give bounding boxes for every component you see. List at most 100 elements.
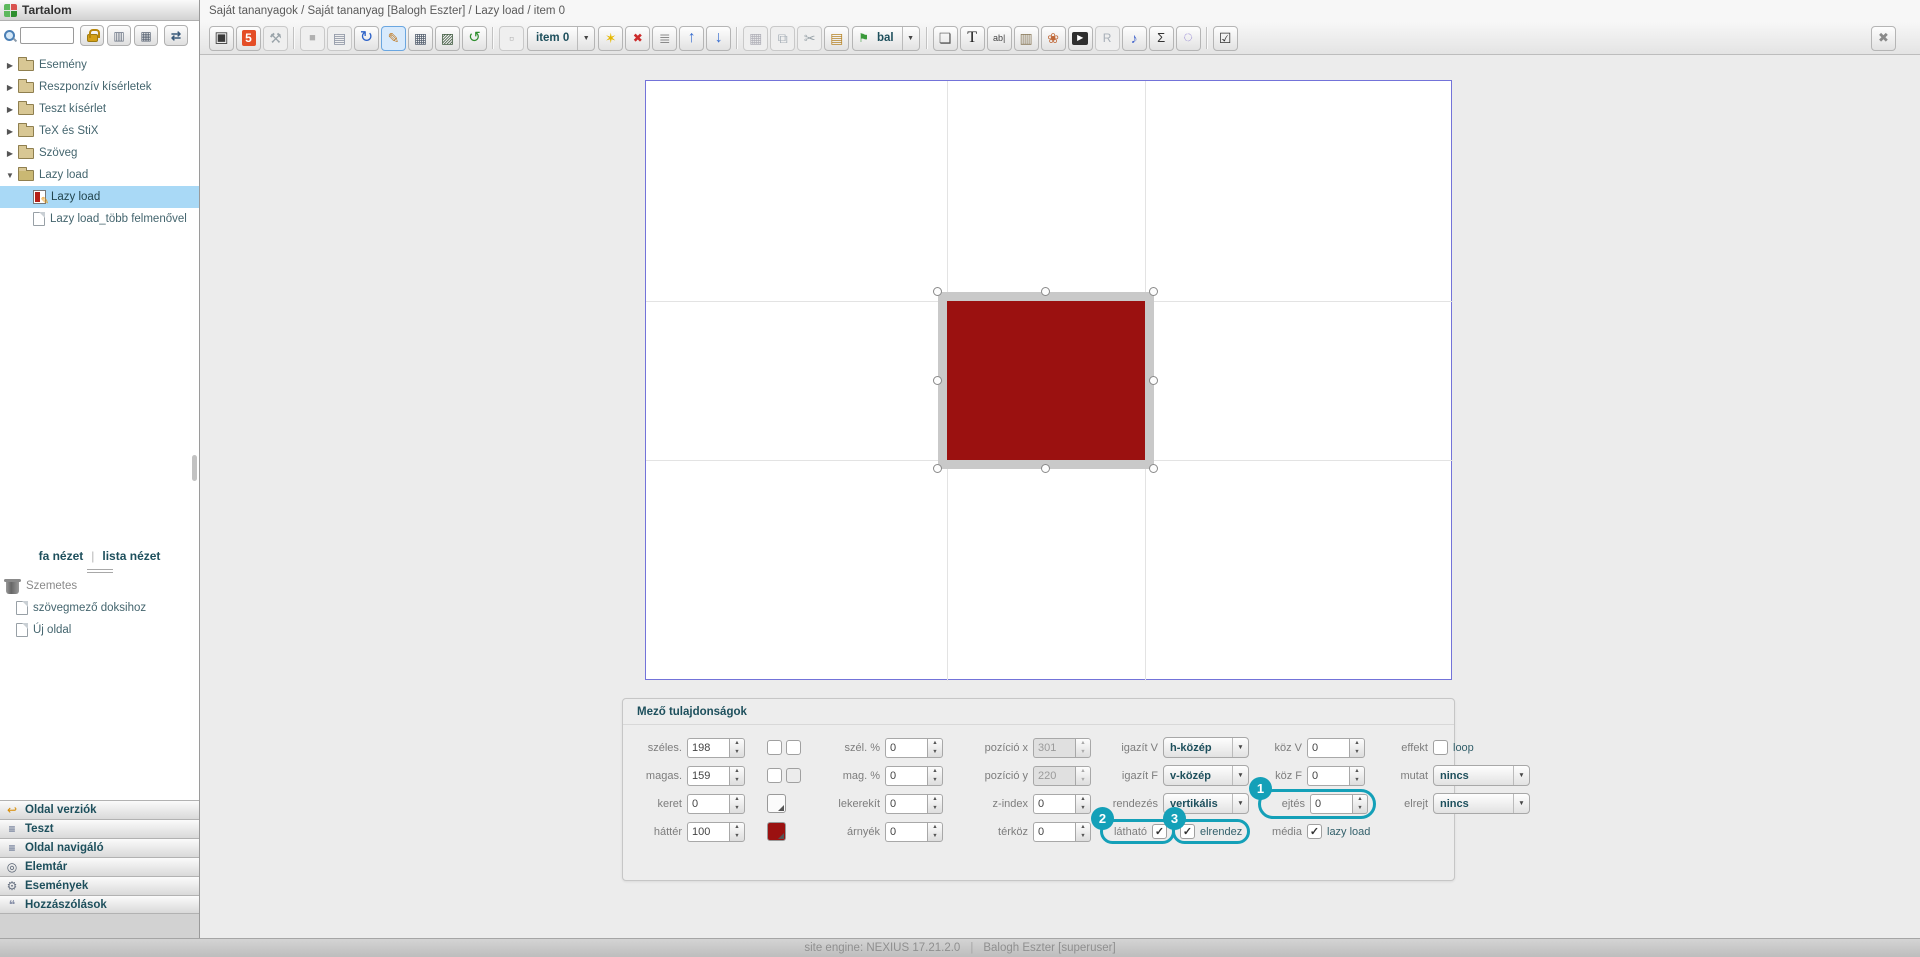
accordion-oldal-navig-l-[interactable]: ≡ Oldal navigáló: [0, 838, 199, 857]
accordion-esem-nyek[interactable]: ⚙ Események: [0, 876, 199, 895]
new-item-button[interactable]: ✶: [598, 25, 624, 51]
search-input[interactable]: [20, 27, 74, 44]
gap-v-input[interactable]: [1307, 737, 1349, 758]
splitter-handle[interactable]: [86, 569, 113, 574]
resize-handle[interactable]: [933, 375, 942, 385]
resize-handle[interactable]: [1041, 287, 1050, 296]
lock-button[interactable]: [80, 25, 104, 46]
formula-button[interactable]: Σ: [1148, 25, 1174, 51]
border-input[interactable]: [687, 793, 729, 814]
resize-handle[interactable]: [1149, 464, 1158, 473]
layout-button[interactable]: ▦: [408, 25, 433, 51]
spin-up-icon[interactable]: ▲: [1350, 767, 1364, 776]
chevron-down-icon[interactable]: ▼: [901, 26, 919, 50]
paint-button[interactable]: ✎: [381, 25, 406, 51]
media-lazy-load-checkbox[interactable]: [1307, 824, 1322, 839]
move-down-button[interactable]: ↓: [706, 25, 732, 51]
spin-up-icon[interactable]: ▲: [1076, 795, 1090, 804]
spin-up-icon[interactable]: ▲: [1353, 795, 1367, 804]
ellipse-shape-button[interactable]: ◌: [1175, 25, 1201, 51]
tab-tree-view[interactable]: fa nézet: [39, 549, 84, 563]
gap-f-input[interactable]: [1307, 765, 1349, 786]
palette-button[interactable]: ❀: [1040, 25, 1066, 51]
spin-down-icon[interactable]: ▼: [730, 748, 744, 757]
tree-item[interactable]: ▶ Reszponzív kísérletek: [0, 76, 199, 98]
expand-arrow-icon[interactable]: ▶: [4, 149, 16, 158]
background-color-swatch[interactable]: [767, 822, 786, 841]
image-button[interactable]: ▨: [435, 25, 460, 51]
width-auto-checkbox[interactable]: [786, 740, 801, 755]
spacing-input[interactable]: [1033, 821, 1075, 842]
spin-down-icon[interactable]: ▼: [1076, 804, 1090, 813]
spin-down-icon[interactable]: ▼: [1350, 776, 1364, 785]
tree-item[interactable]: ▼ Lazy load: [0, 164, 199, 186]
spin-up-icon[interactable]: ▲: [1350, 739, 1364, 748]
resize-handle[interactable]: [933, 464, 942, 473]
spin-down-icon[interactable]: ▼: [730, 776, 744, 785]
framed-image-button[interactable]: ▥: [1013, 25, 1039, 51]
align-v-dropdown[interactable]: h-közép ▼: [1163, 737, 1249, 758]
resize-handle[interactable]: [933, 287, 942, 296]
accordion-teszt[interactable]: ≡ Teszt: [0, 819, 199, 838]
form-checkbox-button[interactable]: ☑: [1212, 25, 1238, 51]
expand-arrow-icon[interactable]: ▶: [4, 61, 16, 70]
width-lock-checkbox[interactable]: [767, 740, 782, 755]
collapse-layers-button[interactable]: ≣: [652, 25, 678, 51]
spin-down-icon[interactable]: ▼: [928, 776, 942, 785]
spin-down-icon[interactable]: ▼: [1076, 832, 1090, 841]
spin-up-icon[interactable]: ▲: [1076, 823, 1090, 832]
close-toolbar-button[interactable]: ✖: [1871, 25, 1896, 51]
refresh-button[interactable]: ↻: [354, 25, 379, 51]
spin-up-icon[interactable]: ▲: [928, 823, 942, 832]
accordion-hozz-sz-l-sok[interactable]: ❝ Hozzászólások: [0, 895, 199, 914]
background-input[interactable]: [687, 821, 729, 842]
delete-item-button[interactable]: ✖: [625, 25, 651, 51]
spin-down-icon[interactable]: ▼: [730, 804, 744, 813]
history-button[interactable]: ↺: [462, 25, 487, 51]
resize-handle[interactable]: [1149, 375, 1158, 385]
resize-button[interactable]: ❏: [932, 25, 958, 51]
spin-up-icon[interactable]: ▲: [928, 767, 942, 776]
trash-item[interactable]: szövegmező doksihoz: [0, 597, 199, 619]
visible-checkbox[interactable]: [1152, 824, 1167, 839]
item-select-dropdown[interactable]: item 0 ▼: [527, 25, 596, 51]
trash-section-header[interactable]: Szemetes: [0, 575, 199, 597]
spin-up-icon[interactable]: ▲: [928, 739, 942, 748]
border-color-swatch[interactable]: [767, 794, 786, 813]
resize-handle[interactable]: [1149, 287, 1158, 296]
tree-item[interactable]: ▶ Esemény: [0, 54, 199, 76]
z-index-input[interactable]: [1033, 793, 1075, 814]
spin-down-icon[interactable]: ▼: [1350, 748, 1364, 757]
align-dropdown[interactable]: ⚑ bal ▼: [852, 25, 920, 51]
paste-button[interactable]: ▤: [824, 25, 850, 51]
selection-frame[interactable]: [938, 292, 1154, 469]
drop-input[interactable]: [1310, 793, 1352, 814]
spin-down-icon[interactable]: ▼: [928, 832, 942, 841]
align-f-dropdown[interactable]: v-közép ▼: [1163, 765, 1249, 786]
expand-arrow-icon[interactable]: ▶: [4, 105, 16, 114]
selected-field[interactable]: [947, 301, 1145, 460]
spin-up-icon[interactable]: ▲: [730, 795, 744, 804]
trash-item[interactable]: Új oldal: [0, 619, 199, 641]
spin-down-icon[interactable]: ▼: [1353, 804, 1367, 813]
height-pct-input[interactable]: [885, 765, 927, 786]
show-dropdown[interactable]: nincs ▼: [1433, 765, 1530, 786]
spin-down-icon[interactable]: ▼: [928, 748, 942, 757]
resize-handle[interactable]: [1041, 464, 1050, 473]
shadow-input[interactable]: [885, 821, 927, 842]
expand-arrow-icon[interactable]: ▶: [4, 127, 16, 136]
tree-item[interactable]: Lazy load_több felmenővel: [0, 208, 199, 230]
layout-view-button[interactable]: ▦: [134, 25, 158, 46]
sync-button[interactable]: ⇄: [164, 25, 188, 46]
html5-button[interactable]: 5: [236, 25, 261, 51]
sidebar-resize-grip[interactable]: [192, 455, 197, 481]
preferences-button[interactable]: ▥: [107, 25, 131, 46]
tree-item[interactable]: ▶ Teszt kísérlet: [0, 98, 199, 120]
tree-item[interactable]: ▶ Szöveg: [0, 142, 199, 164]
spin-down-icon[interactable]: ▼: [730, 832, 744, 841]
expand-arrow-icon[interactable]: ▶: [4, 83, 16, 92]
width-pct-input[interactable]: [885, 737, 927, 758]
height-input[interactable]: [687, 765, 729, 786]
canvas[interactable]: [645, 80, 1453, 681]
preview-button[interactable]: ▣: [209, 25, 234, 51]
